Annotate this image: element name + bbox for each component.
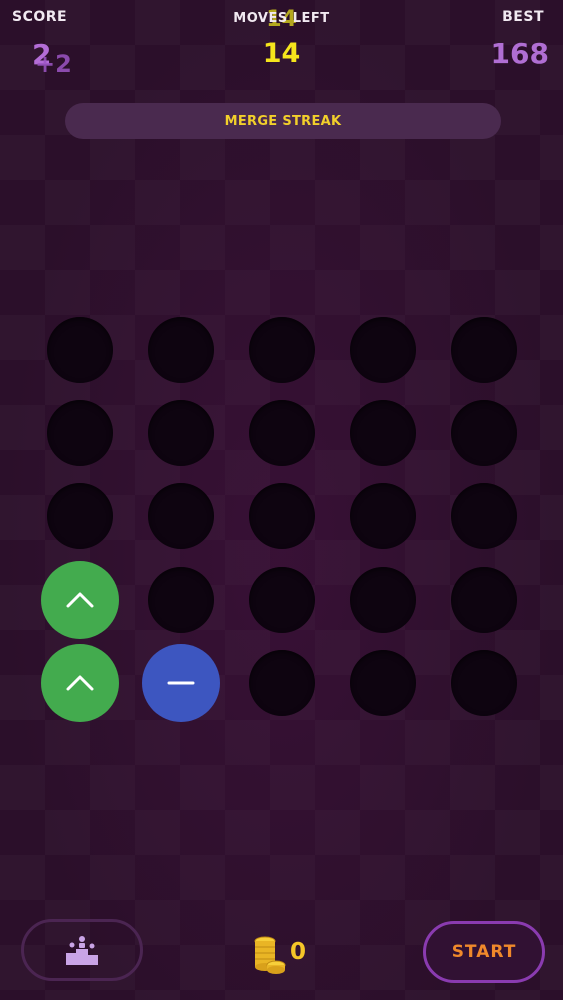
empty-cell[interactable] [350,483,416,549]
blue-piece[interactable] [142,644,220,722]
empty-cell[interactable] [148,400,214,466]
empty-cell[interactable] [350,317,416,383]
moves-value: 14 [262,38,301,69]
empty-cell[interactable] [249,567,315,633]
minus-icon [167,681,195,685]
empty-cell[interactable] [249,317,315,383]
empty-cell[interactable] [451,567,517,633]
green-piece[interactable] [41,644,119,722]
game-board [0,0,563,1000]
green-piece[interactable] [41,561,119,639]
empty-cell[interactable] [451,650,517,716]
empty-cell[interactable] [148,483,214,549]
empty-cell[interactable] [249,650,315,716]
empty-cell[interactable] [47,317,113,383]
podium-icon [66,936,98,965]
empty-cell[interactable] [47,483,113,549]
stats-button[interactable] [21,919,143,981]
empty-cell[interactable] [148,567,214,633]
empty-cell[interactable] [148,317,214,383]
best-value: 168 [490,37,549,70]
empty-cell[interactable] [350,400,416,466]
coin-count: 0 [290,939,307,965]
best-label: BEST [502,9,544,25]
empty-cell[interactable] [47,400,113,466]
coin-stack-icon [254,936,286,974]
chevron-up-icon [66,592,94,608]
empty-cell[interactable] [249,400,315,466]
merge-streak-label: MERGE STREAK [224,113,342,129]
empty-cell[interactable] [451,317,517,383]
empty-cell[interactable] [451,400,517,466]
start-button[interactable]: START [423,921,545,983]
merge-streak-bar: MERGE STREAK [65,103,501,139]
empty-cell[interactable] [350,650,416,716]
moves-label: MOVES LEFT [233,11,330,26]
empty-cell[interactable] [249,483,315,549]
empty-cell[interactable] [451,483,517,549]
chevron-up-icon [66,675,94,691]
start-button-label: START [451,942,517,962]
empty-cell[interactable] [350,567,416,633]
